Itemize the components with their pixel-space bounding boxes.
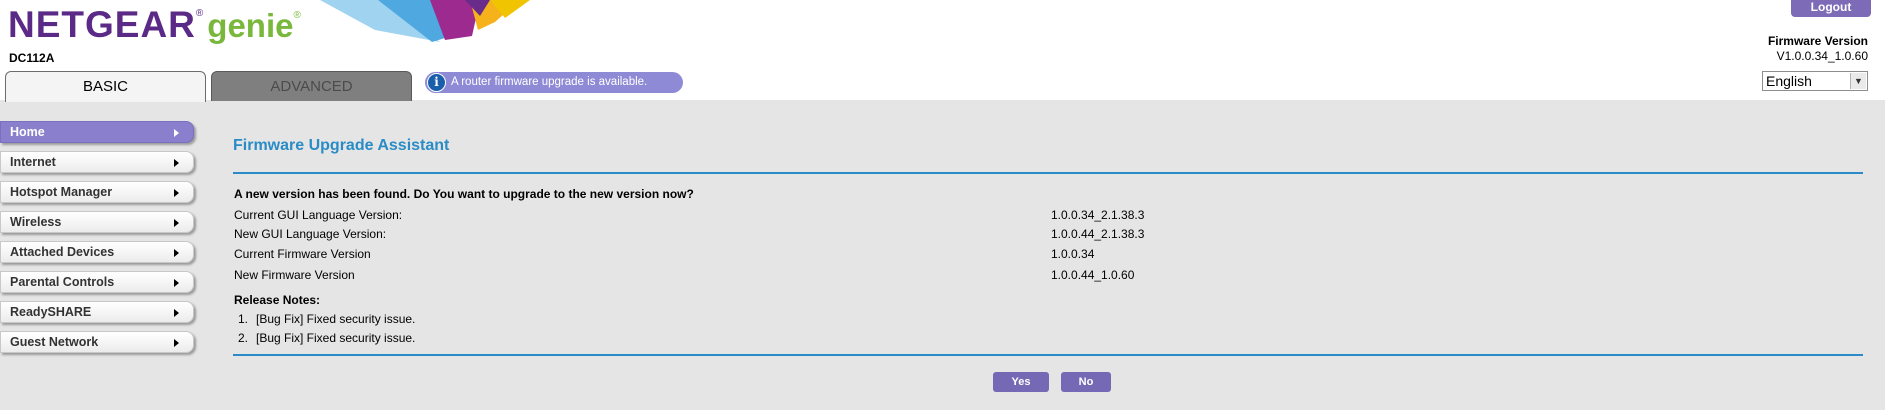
sidebar-item-label: Attached Devices	[10, 245, 115, 259]
yes-button[interactable]: Yes	[993, 372, 1049, 392]
detail-value: 1.0.0.34_2.1.38.3	[1051, 208, 1145, 222]
sidebar-item-label: Home	[10, 125, 45, 139]
sidebar-item-hotspot-manager[interactable]: Hotspot Manager	[0, 181, 194, 203]
netgear-genie-logo: NETGEAR® genie®	[8, 4, 301, 48]
language-select-value: English	[1766, 73, 1812, 89]
decorative-banner-graphic	[320, 0, 530, 42]
registered-mark-genie: ®	[293, 10, 301, 21]
upgrade-question: A new version has been found. Do You wan…	[234, 187, 694, 201]
firmware-version-label: Firmware Version	[1767, 34, 1868, 48]
firmware-upgrade-notice-text: A router firmware upgrade is available.	[451, 76, 648, 88]
chevron-right-icon	[174, 159, 179, 167]
chevron-right-icon	[174, 249, 179, 257]
detail-value: 1.0.0.44_2.1.38.3	[1051, 227, 1145, 241]
sidebar-item-internet[interactable]: Internet	[0, 151, 194, 173]
registered-mark: ®	[195, 8, 204, 19]
sidebar-item-wireless[interactable]: Wireless	[0, 211, 194, 233]
no-button[interactable]: No	[1061, 372, 1111, 392]
firmware-version-value: V1.0.0.34_1.0.60	[1776, 49, 1868, 63]
chevron-right-icon	[174, 339, 179, 347]
chevron-right-icon	[174, 129, 179, 137]
sidebar-item-label: Parental Controls	[10, 275, 115, 289]
product-name: genie	[207, 7, 294, 44]
sidebar-item-attached-devices[interactable]: Attached Devices	[0, 241, 194, 263]
detail-value: 1.0.0.44_1.0.60	[1051, 268, 1135, 282]
chevron-right-icon	[174, 189, 179, 197]
detail-label: Current GUI Language Version:	[234, 208, 403, 222]
divider	[233, 172, 1863, 174]
sidebar-item-readyshare[interactable]: ReadySHARE	[0, 301, 194, 323]
sidebar-item-label: Internet	[10, 155, 56, 169]
logout-button[interactable]: Logout	[1791, 0, 1871, 17]
sidebar-item-label: Guest Network	[10, 335, 99, 349]
top-header: NETGEAR® genie® DC112A BASIC ADVANCED i A…	[0, 0, 1885, 102]
divider	[233, 354, 1863, 356]
sidebar-item-parental-controls[interactable]: Parental Controls	[0, 271, 194, 293]
release-note-number: 2.	[238, 331, 249, 345]
router-model: DC112A	[9, 51, 55, 65]
sidebar-item-label: Wireless	[10, 215, 62, 229]
sidebar-item-label: Hotspot Manager	[10, 185, 113, 199]
tab-advanced[interactable]: ADVANCED	[211, 71, 412, 101]
chevron-right-icon	[174, 279, 179, 287]
tab-basic[interactable]: BASIC	[5, 71, 206, 102]
release-note-text: [Bug Fix] Fixed security issue.	[256, 312, 416, 326]
sidebar-item-guest-network[interactable]: Guest Network	[0, 331, 194, 353]
detail-label: Current Firmware Version	[234, 247, 371, 261]
chevron-down-icon: ▼	[1850, 73, 1866, 89]
brand-name: NETGEAR	[8, 4, 196, 45]
info-icon: i	[427, 73, 446, 92]
language-select[interactable]: English ▼	[1762, 71, 1868, 91]
chevron-right-icon	[174, 219, 179, 227]
detail-value: 1.0.0.34	[1051, 247, 1095, 261]
page-title: Firmware Upgrade Assistant	[233, 137, 450, 154]
sidebar-item-label: ReadySHARE	[10, 305, 92, 319]
release-note-text: [Bug Fix] Fixed security issue.	[256, 331, 416, 345]
release-notes-label: Release Notes:	[234, 293, 321, 307]
detail-label: New Firmware Version	[234, 268, 355, 282]
sidebar-item-home[interactable]: Home	[0, 121, 194, 143]
chevron-right-icon	[174, 309, 179, 317]
release-note-number: 1.	[238, 312, 249, 326]
firmware-upgrade-notice[interactable]: i A router firmware upgrade is available…	[425, 72, 683, 93]
detail-label: New GUI Language Version:	[234, 227, 387, 241]
